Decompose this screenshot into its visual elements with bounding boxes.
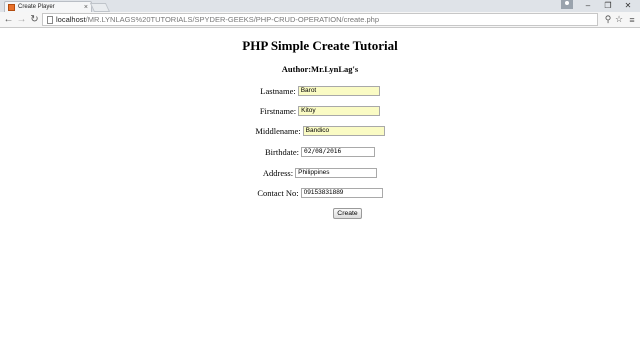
url-path: /MR.LYNLAGS%20TUTORIALS/SPYDER-GEEKS/PHP…	[85, 15, 380, 24]
middlename-row: Middlename:	[0, 125, 640, 136]
author-line: Author:Mr.LynLag's	[281, 64, 359, 74]
address-field[interactable]	[295, 167, 378, 178]
lastname-label: Lastname:	[260, 85, 296, 96]
birthdate-label: Birthdate:	[265, 146, 299, 157]
address-bar[interactable]: localhost/MR.LYNLAGS%20TUTORIALS/SPYDER-…	[42, 13, 598, 26]
tab-create-player[interactable]: Create Player ×	[4, 1, 92, 12]
address-row: Address:	[0, 167, 640, 178]
create-button[interactable]: Create	[333, 208, 362, 219]
firstname-label: Firstname:	[259, 105, 297, 116]
url-host: localhost	[56, 15, 86, 24]
minimize-icon[interactable]: ‒	[578, 0, 598, 11]
page-content: PHP Simple Create Tutorial Author:Mr.Lyn…	[0, 28, 640, 360]
middlename-field[interactable]	[302, 125, 385, 136]
lastname-field[interactable]	[297, 85, 380, 96]
contact-field[interactable]	[300, 187, 383, 198]
forward-icon[interactable]: →	[15, 13, 28, 26]
middlename-label: Middlename:	[255, 125, 301, 136]
birthdate-field[interactable]	[301, 146, 375, 157]
menu-icon[interactable]: ≡	[626, 13, 638, 26]
firstname-row: Firstname:	[0, 105, 640, 116]
contact-row: Contact No:	[0, 187, 640, 198]
close-window-icon[interactable]: ✕	[618, 0, 638, 11]
new-tab-button[interactable]	[89, 3, 111, 12]
bookmark-star-icon[interactable]: ☆	[613, 13, 625, 26]
contact-label: Contact No:	[257, 187, 299, 198]
favicon-icon	[8, 3, 15, 11]
birthdate-row: Birthdate:	[0, 146, 640, 157]
url-text[interactable]: localhost/MR.LYNLAGS%20TUTORIALS/SPYDER-…	[56, 15, 379, 24]
browser-toolbar: ← → ↻ localhost/MR.LYNLAGS%20TUTORIALS/S…	[0, 12, 640, 28]
address-label: Address:	[262, 167, 294, 178]
tab-close-icon[interactable]: ×	[84, 4, 88, 11]
page-icon	[47, 15, 53, 24]
lastname-row: Lastname:	[0, 85, 640, 96]
page-title: PHP Simple Create Tutorial	[242, 38, 398, 53]
profile-icon[interactable]	[561, 0, 573, 9]
reload-icon[interactable]: ↻	[28, 13, 41, 26]
tab-strip: Create Player × ‒ ❐ ✕	[0, 0, 640, 12]
firstname-field[interactable]	[298, 105, 381, 116]
restore-icon[interactable]: ❐	[598, 0, 618, 11]
tab-title: Create Player	[18, 4, 55, 10]
back-icon[interactable]: ←	[2, 13, 15, 26]
